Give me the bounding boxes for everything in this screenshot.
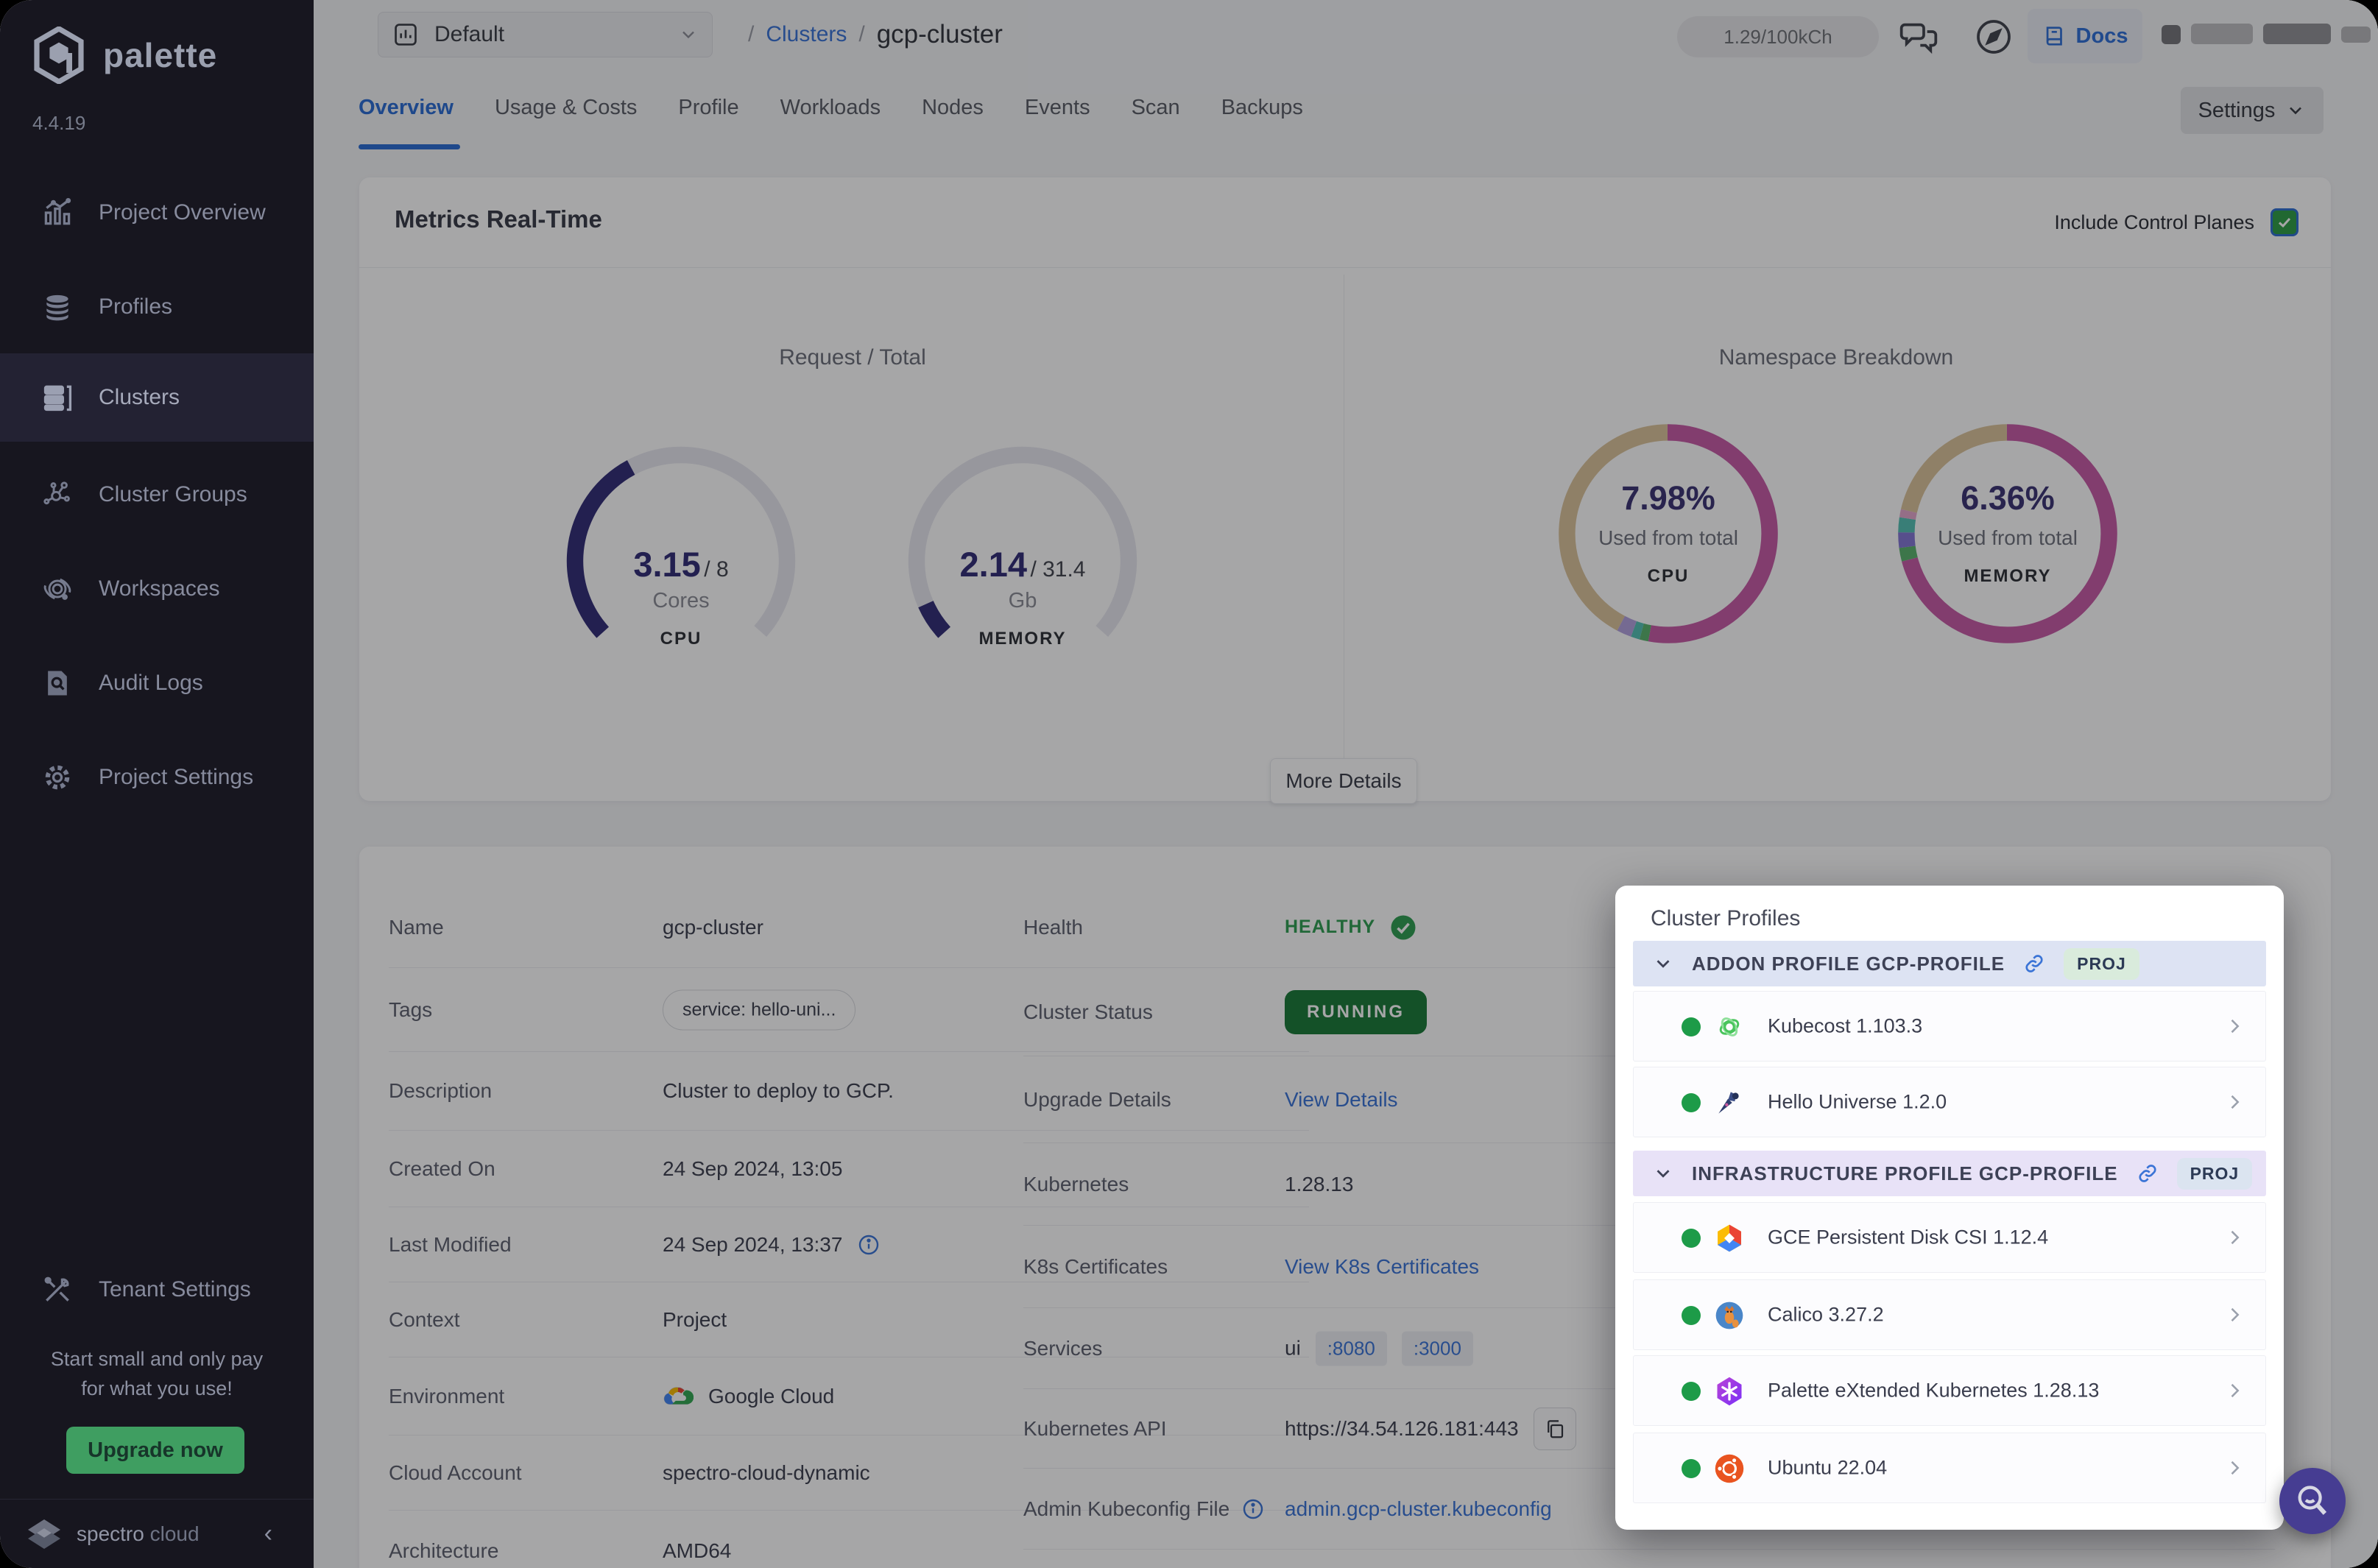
gear-icon xyxy=(45,765,70,790)
sidebar-item-label: Project Settings xyxy=(99,765,254,789)
panel-title: Cluster Profiles xyxy=(1651,906,1801,930)
sidebar-item-label: Workspaces xyxy=(99,576,220,601)
sidebar-item-label: Clusters xyxy=(99,385,180,409)
sidebar-item-label: Audit Logs xyxy=(99,671,203,695)
sidebar-item-clusters[interactable]: Clusters xyxy=(0,353,314,442)
sidebar-item-label: Profiles xyxy=(99,294,173,319)
spectro-cloud-logo-icon xyxy=(28,1519,60,1549)
palette-logo-icon xyxy=(34,27,84,84)
sidebar-item-profiles[interactable]: Profiles xyxy=(0,266,314,347)
sidebar-collapse-chevron[interactable]: ‹ xyxy=(264,1519,272,1548)
main-content: Default / Clusters / gcp-cluster 1.29/10… xyxy=(314,0,2378,1568)
layer-name: Ubuntu 22.04 xyxy=(1768,1456,1888,1479)
layers-icon xyxy=(46,294,68,321)
profile-layer-gce-pd[interactable]: GCE Persistent Disk CSI 1.12.4 xyxy=(1633,1202,2266,1273)
layer-name: GCE Persistent Disk CSI 1.12.4 xyxy=(1768,1226,2049,1249)
sidebar-item-project-overview[interactable]: Project Overview xyxy=(0,172,314,253)
scope-badge: PROJ xyxy=(2064,947,2139,980)
version-label: 4.4.19 xyxy=(32,112,86,134)
search-fab-button[interactable] xyxy=(2279,1468,2346,1534)
cluster-groups-icon xyxy=(43,481,70,505)
chevron-down-icon xyxy=(1657,1170,1670,1178)
link-icon xyxy=(2139,1165,2156,1182)
sidebar-item-cluster-groups[interactable]: Cluster Groups xyxy=(0,454,314,535)
audit-logs-icon xyxy=(48,671,67,696)
status-dot xyxy=(1682,1306,1701,1325)
brand-name: palette xyxy=(103,36,218,74)
hello-universe-icon xyxy=(1718,1092,1739,1114)
link-icon xyxy=(2025,955,2043,972)
chevron-right-icon xyxy=(2231,1095,2240,1109)
sidebar-item-label: Cluster Groups xyxy=(99,482,247,506)
sidebar-footer: spectro cloud ‹ xyxy=(0,1499,314,1568)
status-dot xyxy=(1682,1017,1701,1036)
magnifier-smile-icon xyxy=(2298,1486,2327,1515)
ubuntu-icon xyxy=(1715,1454,1744,1483)
upgrade-promo-text: Start small and only pay for what you us… xyxy=(50,1348,264,1399)
footer-brand-text: spectro cloud xyxy=(77,1522,200,1545)
status-dot xyxy=(1682,1382,1701,1401)
profile-header-label: INFRASTRUCTURE PROFILE GCP-PROFILE xyxy=(1692,1162,2118,1184)
clusters-icon xyxy=(43,385,72,412)
sidebar-item-tenant-settings[interactable]: Tenant Settings xyxy=(0,1249,314,1330)
layer-name: Palette eXtended Kubernetes 1.28.13 xyxy=(1768,1379,2100,1402)
chart-overview-icon xyxy=(44,198,71,225)
sidebar-item-audit-logs[interactable]: Audit Logs xyxy=(0,643,314,724)
status-dot xyxy=(1682,1229,1701,1248)
sidebar-item-label: Tenant Settings xyxy=(99,1277,251,1302)
status-dot xyxy=(1682,1093,1701,1112)
chevron-right-icon xyxy=(2231,1019,2240,1034)
layer-name: Calico 3.27.2 xyxy=(1768,1303,1884,1326)
chevron-down-icon xyxy=(1657,960,1670,968)
kubecost-icon xyxy=(1719,1017,1740,1036)
addon-profile-header[interactable]: ADDON PROFILE GCP-PROFILE PROJ xyxy=(1633,941,2266,986)
profile-header-label: ADDON PROFILE GCP-PROFILE xyxy=(1692,952,2005,975)
profile-layer-calico[interactable]: Calico 3.27.2 xyxy=(1633,1279,2266,1350)
layer-name: Hello Universe 1.2.0 xyxy=(1768,1090,1947,1113)
profile-layer-ubuntu[interactable]: Ubuntu 22.04 xyxy=(1633,1433,2266,1503)
sidebar-item-workspaces[interactable]: Workspaces xyxy=(0,548,314,629)
workspaces-icon xyxy=(43,578,71,600)
scope-badge: PROJ xyxy=(2176,1157,2253,1190)
layer-name: Kubecost 1.103.3 xyxy=(1768,1014,1923,1037)
sidebar-item-label: Project Overview xyxy=(99,200,266,225)
chevron-right-icon xyxy=(2231,1307,2240,1322)
profile-layer-hello-universe[interactable]: Hello Universe 1.2.0 xyxy=(1633,1067,2266,1137)
gce-persistent-disk-icon xyxy=(1718,1224,1741,1252)
infrastructure-profile-header[interactable]: INFRASTRUCTURE PROFILE GCP-PROFILE PROJ xyxy=(1633,1151,2266,1196)
chevron-right-icon xyxy=(2231,1461,2240,1475)
palette-extended-kubernetes-icon xyxy=(1717,1377,1742,1406)
chevron-right-icon xyxy=(2231,1383,2240,1398)
status-dot xyxy=(1682,1459,1701,1478)
profile-layer-pxk[interactable]: Palette eXtended Kubernetes 1.28.13 xyxy=(1633,1355,2266,1426)
sidebar-item-project-settings[interactable]: Project Settings xyxy=(0,737,314,818)
app-window: palette 4.4.19 Project Overview Profiles… xyxy=(0,0,2378,1568)
upgrade-now-button[interactable]: Upgrade now xyxy=(66,1427,244,1474)
profile-layer-kubecost[interactable]: Kubecost 1.103.3 xyxy=(1633,991,2266,1062)
sidebar: palette 4.4.19 Project Overview Profiles… xyxy=(0,0,314,1568)
chevron-right-icon xyxy=(2231,1230,2240,1245)
tools-icon xyxy=(44,1276,69,1302)
calico-icon xyxy=(1715,1302,1743,1329)
brand: palette xyxy=(32,27,217,84)
cluster-profiles-panel: Cluster Profiles ADDON PROFILE GCP-PROFI… xyxy=(1615,886,2284,1530)
